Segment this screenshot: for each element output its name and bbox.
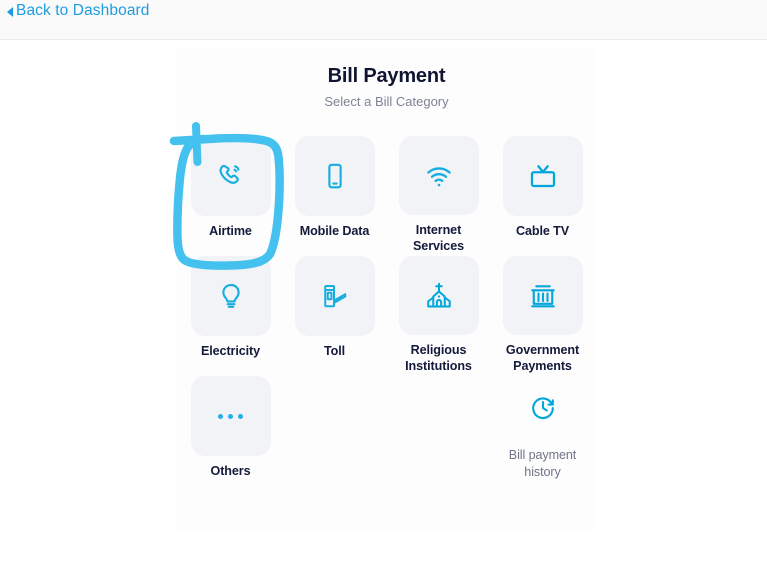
category-tile-internet-services[interactable] — [398, 136, 479, 215]
category-item-airtime[interactable]: Airtime — [179, 134, 283, 254]
category-label: Cable TV — [515, 224, 570, 238]
wifi-icon — [424, 161, 454, 191]
category-label: Airtime — [209, 224, 252, 238]
category-tile-electricity[interactable] — [190, 256, 271, 336]
category-label: Mobile Data — [299, 224, 370, 238]
category-label: Internet Services — [412, 223, 465, 253]
top-bar: Back to Dashboard — [0, 0, 767, 40]
category-item-bill-payment-history[interactable]: Bill payment history — [491, 374, 595, 494]
category-tile-cable-tv[interactable] — [502, 136, 583, 216]
toll-gate-icon — [320, 281, 350, 311]
smartphone-icon — [320, 161, 350, 191]
category-label: Government Payments — [505, 343, 580, 373]
category-item-others[interactable]: Others — [179, 374, 283, 494]
phone-call-icon — [216, 161, 246, 191]
back-to-dashboard-link[interactable]: Back to Dashboard — [7, 2, 150, 20]
category-label: Others — [210, 464, 251, 478]
category-tile-toll[interactable] — [294, 256, 375, 336]
ellipsis-dot — [238, 413, 243, 419]
ellipsis-dot — [218, 413, 223, 419]
church-icon — [424, 281, 454, 311]
clock-history-icon — [529, 394, 557, 422]
category-item-internet-services[interactable]: Internet Services — [387, 134, 491, 254]
bank-building-icon — [528, 281, 558, 311]
category-tile-others[interactable] — [190, 376, 271, 456]
category-item-mobile-data[interactable]: Mobile Data — [283, 134, 387, 254]
category-tile-government-payments[interactable] — [502, 256, 583, 335]
bill-payment-history-button[interactable] — [503, 376, 583, 440]
category-item-toll[interactable]: Toll — [283, 254, 387, 374]
category-item-electricity[interactable]: Electricity — [179, 254, 283, 374]
category-label: Religious Institutions — [405, 343, 472, 373]
television-icon — [528, 161, 558, 191]
category-tile-airtime[interactable] — [190, 136, 271, 216]
category-item-cable-tv[interactable]: Cable TV — [491, 134, 595, 254]
category-label: Electricity — [200, 344, 261, 358]
ellipsis-dot — [228, 413, 233, 419]
category-tile-mobile-data[interactable] — [294, 136, 375, 216]
page-title: Bill Payment — [327, 65, 446, 87]
bill-payment-card: Bill Payment Select a Bill Category Airt… — [177, 48, 596, 532]
page-subtitle: Select a Bill Category — [324, 94, 449, 109]
category-item-religious-institutions[interactable]: Religious Institutions — [387, 254, 491, 374]
back-to-dashboard-label: Back to Dashboard — [16, 2, 150, 19]
category-tile-religious-institutions[interactable] — [398, 256, 479, 335]
category-item-government-payments[interactable]: Government Payments — [491, 254, 595, 374]
bill-category-grid: Airtime Mobile Data Internet Services Ca… — [177, 134, 596, 494]
caret-left-icon — [7, 6, 13, 17]
category-label: Toll — [323, 344, 346, 358]
light-bulb-icon — [216, 281, 246, 311]
ellipsis-icon — [218, 413, 243, 419]
bill-payment-history-label: Bill payment history — [508, 448, 577, 479]
